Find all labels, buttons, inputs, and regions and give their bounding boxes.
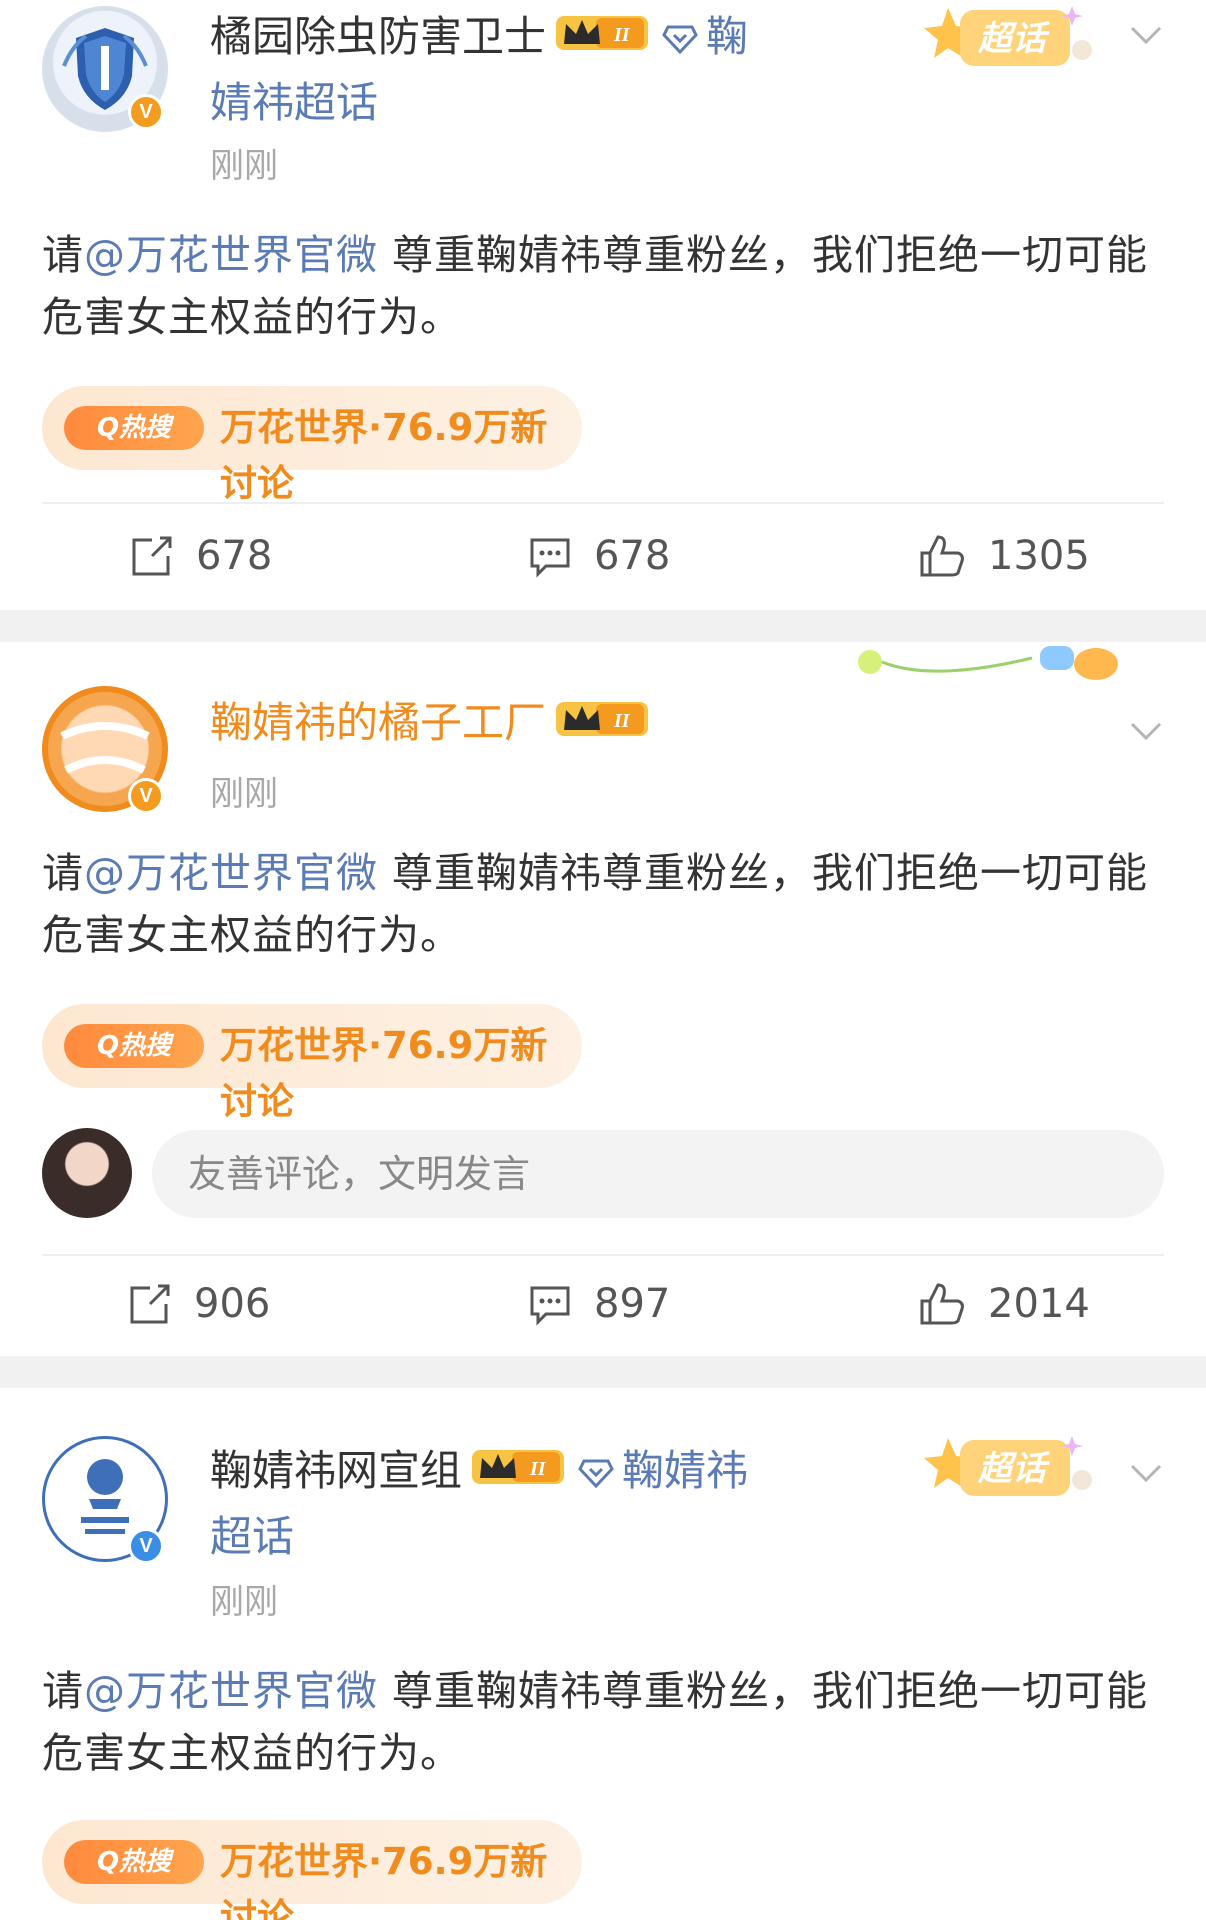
content-prefix: 请 (42, 849, 84, 897)
chaohua-icon: 超话 (924, 6, 1092, 66)
repost-count: 678 (196, 533, 273, 579)
action-bar: 906 897 2014 (0, 1264, 1206, 1344)
chaohua-sticker[interactable]: 超话 (920, 1430, 1100, 1510)
quick-comment-row: 友善评论，文明发言 (42, 1128, 1164, 1218)
diamond-icon (578, 1441, 614, 1507)
verified-badge-icon: V (128, 1528, 164, 1564)
hot-search-chip[interactable]: Q热搜 万花世界·76.9万新讨论 (42, 386, 582, 505)
post-separator (0, 610, 1206, 642)
hot-search-text: 万花世界·76.9万新讨论 (220, 1024, 548, 1123)
comment-button[interactable]: 897 (528, 1264, 670, 1344)
feed-post-3: V 鞠婧祎网宣组 II 鞠婧祎 超话 刚刚 超话 请@万花世界官微 尊重鞠婧祎尊重粉… (0, 1388, 1206, 1920)
search-icon: Q (96, 1031, 120, 1061)
feed-post-1: V 橘园除虫防害卫士 II 鞠 婧祎超话 刚刚 超话 请@万花世界官微 尊重鞠婧祎尊… (0, 0, 1206, 610)
topic-link-line2[interactable]: 超话 (210, 1504, 294, 1570)
post-username[interactable]: 鞠婧祎的橘子工厂 II (210, 690, 652, 759)
post-content: 请@万花世界官微 尊重鞠婧祎尊重粉丝，我们拒绝一切可能危害女主权益的行为。 (42, 842, 1172, 966)
verified-badge-icon: V (128, 778, 164, 814)
like-count: 2014 (988, 1281, 1090, 1327)
thumbs-up-icon (920, 1283, 964, 1325)
comment-icon (530, 538, 570, 578)
sleeping-cat-decoration-icon (858, 646, 1118, 680)
post-time: 刚刚 (210, 1582, 278, 1622)
content-prefix: 请 (42, 231, 84, 279)
hot-search-tag: Q热搜 (64, 1840, 204, 1884)
hot-search-text: 万花世界·76.9万新讨论 (220, 406, 548, 505)
repost-button[interactable]: 906 (128, 1264, 270, 1344)
svg-text:II: II (529, 1458, 547, 1480)
crown-level-icon: II (556, 693, 652, 759)
feed-post-2: V 鞠婧祎的橘子工厂 II 刚刚 请@万花世界官微 尊重鞠婧祎尊重粉丝，我们拒绝一… (0, 642, 1206, 1356)
topic-link[interactable]: 鞠婧祎 (622, 1446, 748, 1495)
like-button[interactable]: 1305 (918, 516, 1090, 596)
search-icon: Q (96, 413, 120, 443)
svg-text:II: II (613, 24, 631, 46)
thumbs-up-icon (920, 535, 964, 577)
username-text[interactable]: 橘园除虫防害卫士 (210, 12, 546, 61)
comment-input[interactable]: 友善评论，文明发言 (152, 1130, 1164, 1218)
username-text[interactable]: 鞠婧祎的橘子工厂 (210, 698, 546, 747)
divider (42, 1254, 1164, 1256)
hot-tag-label: 热搜 (119, 1847, 172, 1877)
hot-tag-label: 热搜 (119, 1031, 172, 1061)
topic-link[interactable]: 鞠 (706, 12, 748, 61)
chaohua-label: 超话 (977, 1449, 1051, 1489)
content-prefix: 请 (42, 1667, 84, 1715)
divider (42, 502, 1164, 504)
chaohua-icon: 超话 (924, 1436, 1092, 1496)
chevron-down-icon[interactable] (1126, 710, 1166, 750)
hot-search-chip[interactable]: Q热搜 万花世界·76.9万新讨论 (42, 1004, 582, 1123)
mention-link[interactable]: @万花世界官微 (84, 1667, 378, 1715)
post-content: 请@万花世界官微 尊重鞠婧祎尊重粉丝，我们拒绝一切可能危害女主权益的行为。 (42, 224, 1172, 348)
verified-badge-icon: V (128, 94, 164, 130)
hot-search-text: 万花世界·76.9万新讨论 (220, 1840, 548, 1920)
mention-link[interactable]: @万花世界官微 (84, 231, 378, 279)
hot-search-tag: Q热搜 (64, 406, 204, 450)
repost-button[interactable]: 678 (130, 516, 272, 596)
hot-search-tag: Q热搜 (64, 1024, 204, 1068)
comment-button[interactable]: 678 (528, 516, 670, 596)
chaohua-label: 超话 (977, 19, 1051, 59)
post-separator (0, 1356, 1206, 1388)
current-user-avatar[interactable] (42, 1128, 132, 1218)
topic-link-line2[interactable]: 婧祎超话 (210, 70, 378, 136)
crown-level-icon: II (472, 1441, 568, 1507)
like-count: 1305 (988, 533, 1090, 579)
chevron-down-icon[interactable] (1126, 14, 1166, 54)
hot-search-chip[interactable]: Q热搜 万花世界·76.9万新讨论 (42, 1820, 582, 1920)
repost-icon (130, 1284, 170, 1324)
post-content: 请@万花世界官微 尊重鞠婧祎尊重粉丝，我们拒绝一切可能危害女主权益的行为。 (42, 1660, 1172, 1784)
repost-icon (132, 536, 172, 576)
comment-count: 678 (594, 533, 671, 579)
mention-link[interactable]: @万花世界官微 (84, 849, 378, 897)
comment-count: 897 (594, 1281, 671, 1327)
like-button[interactable]: 2014 (918, 1264, 1090, 1344)
username-text[interactable]: 鞠婧祎网宣组 (210, 1446, 462, 1495)
repost-count: 906 (194, 1281, 271, 1327)
post-username[interactable]: 橘园除虫防害卫士 II 鞠 (210, 4, 830, 73)
action-bar: 678 678 1305 (0, 516, 1206, 596)
post-time: 刚刚 (210, 774, 278, 814)
chevron-down-icon[interactable] (1126, 1452, 1166, 1492)
post-time: 刚刚 (210, 146, 278, 186)
search-icon: Q (96, 1847, 120, 1877)
post-username[interactable]: 鞠婧祎网宣组 II 鞠婧祎 (210, 1438, 850, 1507)
diamond-icon (662, 7, 698, 73)
crown-level-icon: II (556, 7, 652, 73)
comment-icon (530, 1286, 570, 1326)
chaohua-sticker[interactable]: 超话 (920, 0, 1100, 80)
hot-tag-label: 热搜 (119, 413, 172, 443)
svg-text:II: II (613, 710, 631, 732)
